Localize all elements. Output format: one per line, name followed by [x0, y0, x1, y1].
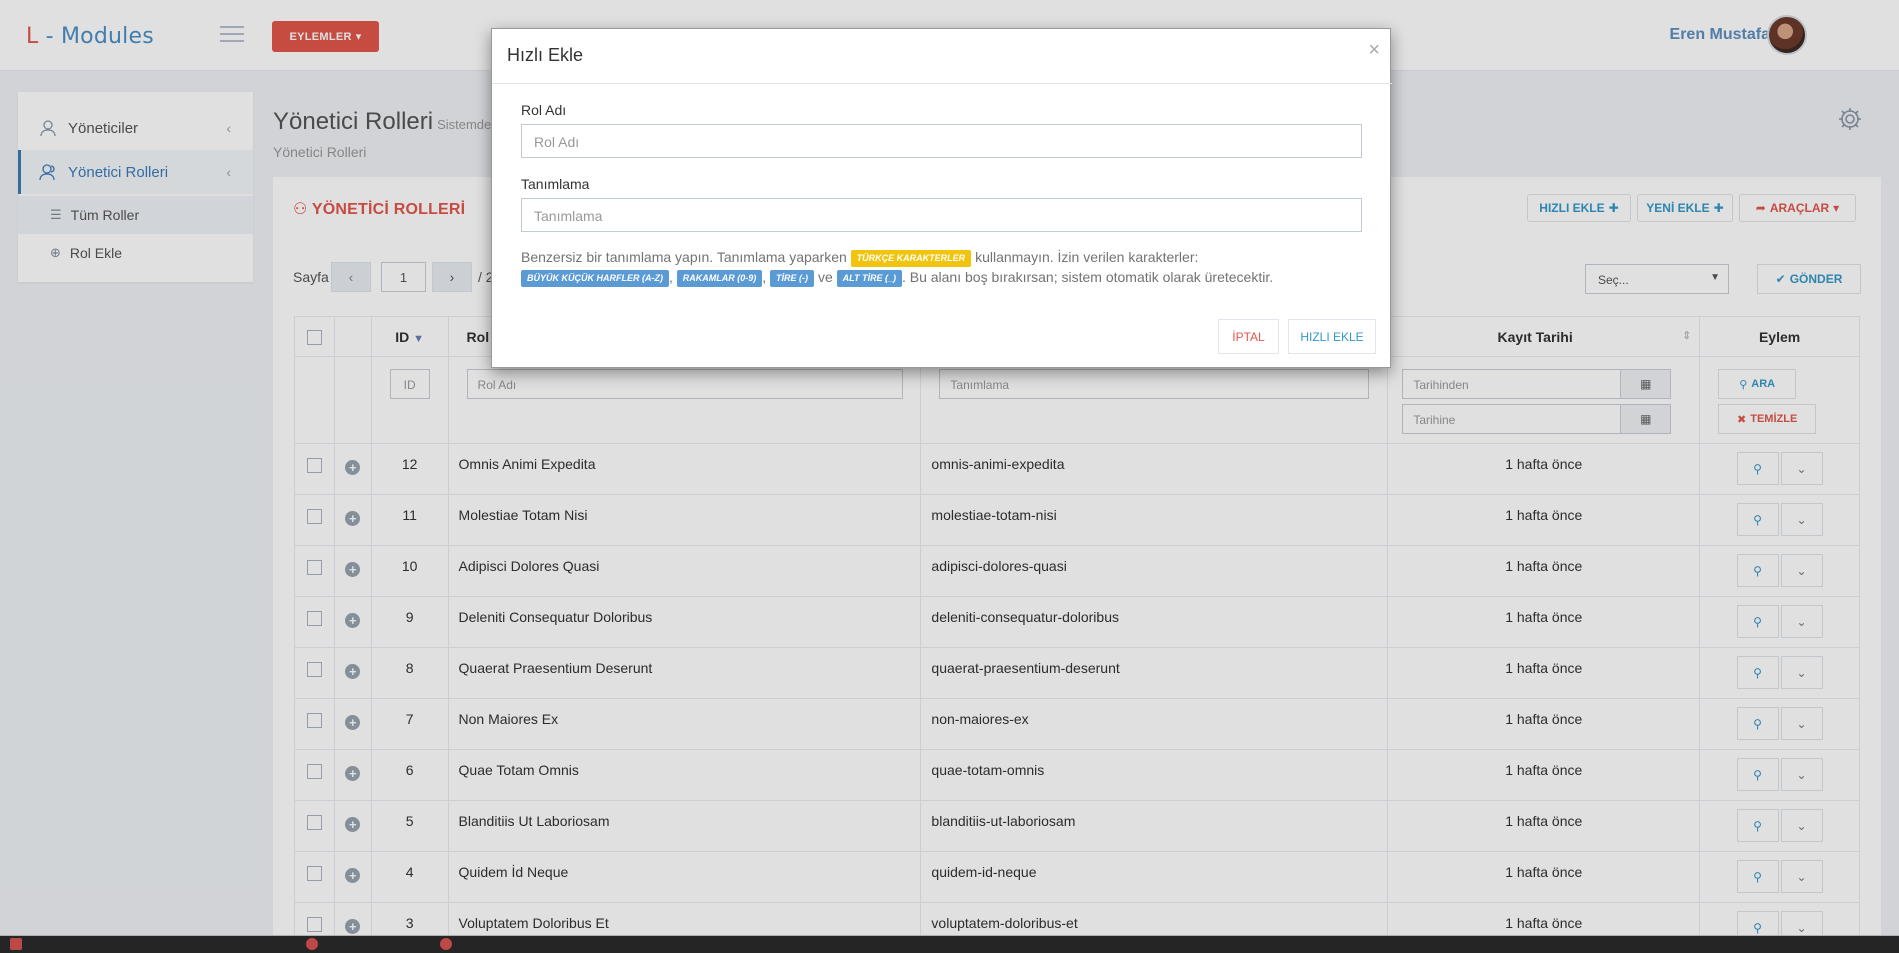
badge-turkish-chars: TÜRKÇE KARAKTERLER: [850, 249, 972, 267]
badge-numbers: RAKAMLAR (0-9): [676, 269, 763, 287]
help-text: Benzersiz bir tanımlama yapın. Tanımlama…: [521, 249, 1274, 287]
quick-add-modal: Hızlı Ekle × Rol Adı Rol Adı Tanımlama T…: [491, 28, 1392, 368]
badge-underscore: ALT TİRE (_): [836, 269, 902, 287]
description-input[interactable]: Tanımlama: [521, 198, 1362, 232]
modal-header: Hızlı Ekle ×: [492, 29, 1392, 84]
cancel-button[interactable]: İPTAL: [1218, 319, 1279, 354]
quick-add-submit-button[interactable]: HIZLI EKLE: [1288, 319, 1376, 354]
badge-dash: TİRE (-): [770, 269, 815, 287]
role-name-input[interactable]: Rol Adı: [521, 124, 1362, 158]
role-name-label: Rol Adı: [521, 102, 567, 118]
description-label: Tanımlama: [521, 176, 590, 192]
badge-letters: BÜYÜK KÜÇÜK HARFLER (A-Z): [521, 269, 669, 287]
modal-title: Hızlı Ekle: [507, 45, 584, 65]
close-icon[interactable]: ×: [1368, 39, 1380, 62]
